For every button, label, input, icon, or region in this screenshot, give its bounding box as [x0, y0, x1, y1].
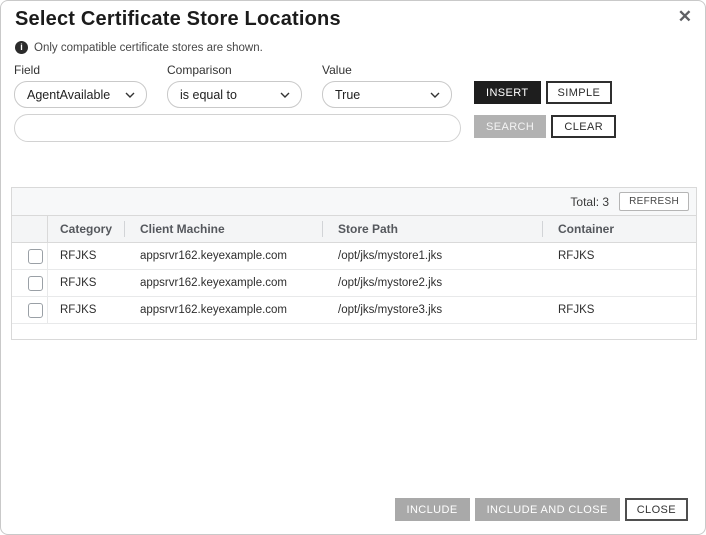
- refresh-button[interactable]: REFRESH: [619, 192, 689, 211]
- close-button[interactable]: CLOSE: [625, 498, 688, 521]
- cell-category: RFJKS: [48, 270, 128, 296]
- select-certificate-store-locations-dialog: Select Certificate Store Locations ✕ i O…: [0, 0, 706, 535]
- value-label: Value: [322, 63, 452, 77]
- search-clear-button-row: SEARCH CLEAR: [474, 115, 616, 138]
- cell-category: RFJKS: [48, 297, 128, 323]
- field-group: Field AgentAvailable: [14, 63, 147, 108]
- cell-container: RFJKS: [546, 243, 696, 269]
- simple-button[interactable]: SIMPLE: [546, 81, 613, 104]
- field-label: Field: [14, 63, 147, 77]
- value-select[interactable]: True: [322, 81, 452, 108]
- query-input[interactable]: [14, 114, 461, 142]
- cell-client-machine: appsrvr162.keyexample.com: [128, 270, 326, 296]
- comparison-select[interactable]: is equal to: [167, 81, 302, 108]
- table-row[interactable]: RFJKS appsrvr162.keyexample.com /opt/jks…: [12, 243, 696, 270]
- comparison-label: Comparison: [167, 63, 302, 77]
- column-header-container[interactable]: Container: [546, 216, 696, 242]
- close-icon[interactable]: ✕: [678, 7, 692, 27]
- table-row[interactable]: RFJKS appsrvr162.keyexample.com /opt/jks…: [12, 270, 696, 297]
- table-row[interactable]: RFJKS appsrvr162.keyexample.com /opt/jks…: [12, 297, 696, 324]
- value-select-value: True: [335, 88, 360, 102]
- table-toolbar: Total: 3 REFRESH: [12, 188, 696, 216]
- chevron-down-icon: [125, 92, 135, 98]
- comparison-group: Comparison is equal to: [167, 63, 302, 108]
- row-checkbox-cell: [12, 297, 48, 323]
- info-note-text: Only compatible certificate stores are s…: [34, 42, 263, 54]
- dialog-footer-buttons: INCLUDE INCLUDE AND CLOSE CLOSE: [395, 498, 689, 521]
- cell-client-machine: appsrvr162.keyexample.com: [128, 243, 326, 269]
- search-button[interactable]: SEARCH: [474, 115, 546, 138]
- cell-container: RFJKS: [546, 297, 696, 323]
- chevron-down-icon: [280, 92, 290, 98]
- select-all-column-header: [12, 216, 48, 242]
- info-icon: i: [15, 41, 28, 54]
- include-button[interactable]: INCLUDE: [395, 498, 470, 521]
- table-footer-spacer: [12, 324, 696, 339]
- row-checkbox[interactable]: [28, 276, 43, 291]
- field-select-value: AgentAvailable: [27, 88, 110, 102]
- cell-store-path: /opt/jks/mystore2.jks: [326, 270, 546, 296]
- cell-client-machine: appsrvr162.keyexample.com: [128, 297, 326, 323]
- chevron-down-icon: [430, 92, 440, 98]
- cell-store-path: /opt/jks/mystore1.jks: [326, 243, 546, 269]
- certificate-store-table: Total: 3 REFRESH Category Client Machine…: [11, 187, 697, 340]
- page-title: Select Certificate Store Locations: [15, 8, 341, 31]
- insert-button[interactable]: INSERT: [474, 81, 541, 104]
- total-count: Total: 3: [570, 195, 609, 209]
- field-select[interactable]: AgentAvailable: [14, 81, 147, 108]
- column-header-client-machine[interactable]: Client Machine: [128, 216, 326, 242]
- row-checkbox-cell: [12, 270, 48, 296]
- row-checkbox-cell: [12, 243, 48, 269]
- cell-container: [546, 270, 696, 296]
- column-header-category[interactable]: Category: [48, 216, 128, 242]
- insert-simple-button-row: INSERT SIMPLE: [474, 81, 612, 104]
- clear-button[interactable]: CLEAR: [551, 115, 616, 138]
- column-header-store-path[interactable]: Store Path: [326, 216, 546, 242]
- comparison-select-value: is equal to: [180, 88, 237, 102]
- table-header-row: Category Client Machine Store Path Conta…: [12, 216, 696, 243]
- cell-store-path: /opt/jks/mystore3.jks: [326, 297, 546, 323]
- value-group: Value True: [322, 63, 452, 108]
- row-checkbox[interactable]: [28, 303, 43, 318]
- row-checkbox[interactable]: [28, 249, 43, 264]
- include-and-close-button[interactable]: INCLUDE AND CLOSE: [475, 498, 620, 521]
- info-note: i Only compatible certificate stores are…: [15, 41, 263, 54]
- cell-category: RFJKS: [48, 243, 128, 269]
